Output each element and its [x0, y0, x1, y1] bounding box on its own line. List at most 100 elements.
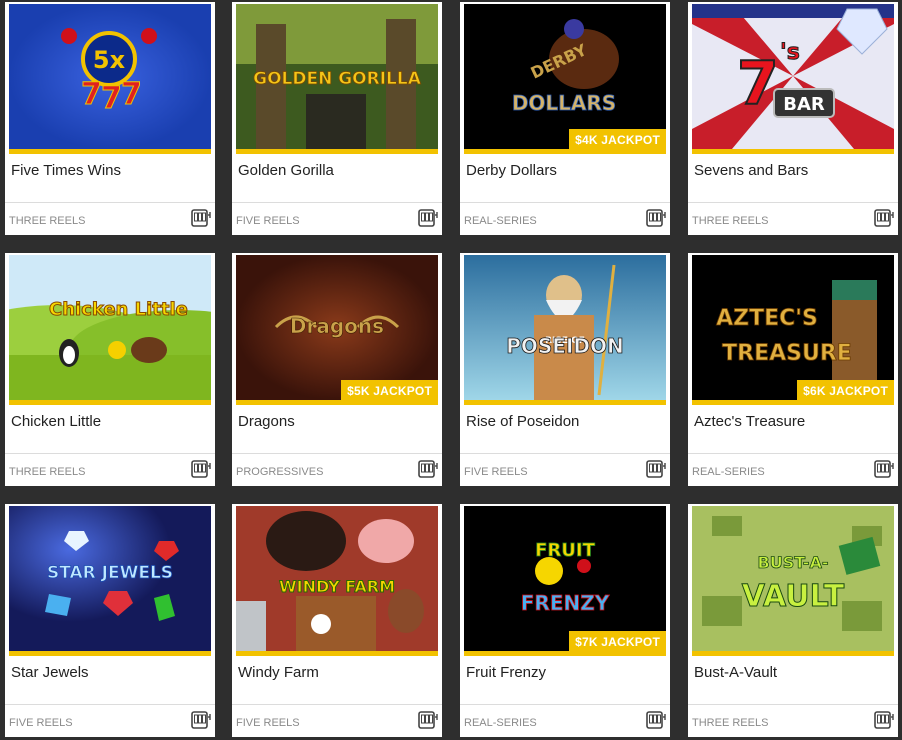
- game-thumbnail[interactable]: AZTEC'S TREASURE: [692, 255, 894, 400]
- svg-text:STAR JEWELS: STAR JEWELS: [47, 563, 173, 583]
- game-title[interactable]: Rise of Poseidon: [466, 413, 579, 430]
- divider: [688, 202, 898, 203]
- game-category: THREE REELS: [9, 466, 86, 478]
- game-card[interactable]: Dragons $5K JACKPOT Dragons PROGRESSIVES: [232, 253, 442, 486]
- game-card[interactable]: Chicken Little Chicken Little THREE REELS: [5, 253, 215, 486]
- svg-text:BUST-A-: BUST-A-: [758, 553, 829, 572]
- svg-text:BAR: BAR: [783, 94, 825, 115]
- game-card[interactable]: 5x 7 7 7 Five Times Wins THREE REELS: [5, 2, 215, 235]
- jackpot-badge: $5K JACKPOT: [341, 380, 438, 402]
- divider: [5, 453, 215, 454]
- game-title[interactable]: Star Jewels: [11, 664, 89, 681]
- game-thumbnail[interactable]: RISE OF POSEIDON: [464, 255, 666, 400]
- slot-machine-icon: [874, 460, 894, 478]
- svg-text:WINDY FARM: WINDY FARM: [279, 577, 395, 596]
- slot-machine-icon: [418, 209, 438, 227]
- slot-machine-icon: [874, 711, 894, 729]
- accent-bar: [692, 651, 894, 656]
- accent-bar: [464, 400, 666, 405]
- game-category: PROGRESSIVES: [236, 466, 324, 478]
- game-thumbnail[interactable]: GOLDEN GORILLA: [236, 4, 438, 149]
- game-thumbnail[interactable]: Chicken Little: [9, 255, 211, 400]
- slot-machine-icon: [646, 460, 666, 478]
- game-category: REAL-SERIES: [464, 717, 537, 729]
- game-card[interactable]: WINDY FARM Windy Farm FIVE REELS: [232, 504, 442, 737]
- game-title[interactable]: Derby Dollars: [466, 162, 557, 179]
- game-category: THREE REELS: [692, 215, 769, 227]
- game-thumbnail[interactable]: 7 's BAR: [692, 4, 894, 149]
- svg-text:FRUIT: FRUIT: [535, 540, 595, 561]
- game-title[interactable]: Windy Farm: [238, 664, 319, 681]
- game-thumbnail[interactable]: Dragons: [236, 255, 438, 400]
- game-thumbnail[interactable]: WINDY FARM: [236, 506, 438, 651]
- svg-text:TREASURE: TREASURE: [722, 341, 852, 366]
- slot-machine-icon: [191, 209, 211, 227]
- slot-machine-icon: [418, 460, 438, 478]
- game-card[interactable]: 7 's BAR Sevens and Bars THREE REELS: [688, 2, 898, 235]
- accent-bar: [9, 149, 211, 154]
- game-thumbnail[interactable]: STAR JEWELS: [9, 506, 211, 651]
- game-title[interactable]: Dragons: [238, 413, 295, 430]
- accent-bar: [236, 651, 438, 656]
- logo-text: 5x: [93, 46, 126, 74]
- slot-machine-icon: [874, 209, 894, 227]
- game-title[interactable]: Bust-A-Vault: [694, 664, 777, 681]
- divider: [5, 704, 215, 705]
- svg-text:7: 7: [81, 77, 102, 112]
- jackpot-badge: $6K JACKPOT: [797, 380, 894, 402]
- game-thumbnail[interactable]: DERBY DOLLARS: [464, 4, 666, 149]
- game-title[interactable]: Sevens and Bars: [694, 162, 808, 179]
- svg-text:AZTEC'S: AZTEC'S: [716, 306, 818, 331]
- slot-machine-icon: [191, 711, 211, 729]
- divider: [460, 202, 670, 203]
- slot-machine-icon: [191, 460, 211, 478]
- game-title[interactable]: Golden Gorilla: [238, 162, 334, 179]
- game-thumbnail[interactable]: 5x 7 7 7: [9, 4, 211, 149]
- game-card[interactable]: DERBY DOLLARS $4K JACKPOT Derby Dollars REA…: [460, 2, 670, 235]
- game-card[interactable]: FRUIT FRENZY $7K JACKPOT Fruit Frenzy REAL-…: [460, 504, 670, 737]
- svg-text:7: 7: [101, 81, 122, 116]
- game-category: REAL-SERIES: [464, 215, 537, 227]
- accent-bar: [236, 149, 438, 154]
- game-category: FIVE REELS: [9, 717, 73, 729]
- divider: [688, 453, 898, 454]
- accent-bar: [9, 400, 211, 405]
- slot-machine-icon: [418, 711, 438, 729]
- game-grid: 5x 7 7 7 Five Times Wins THREE REELS GOLD…: [0, 0, 902, 740]
- game-thumbnail[interactable]: FRUIT FRENZY: [464, 506, 666, 651]
- game-category: FIVE REELS: [236, 215, 300, 227]
- jackpot-badge: $7K JACKPOT: [569, 631, 666, 653]
- slot-machine-icon: [646, 711, 666, 729]
- game-title[interactable]: Chicken Little: [11, 413, 101, 430]
- svg-text:'s: 's: [780, 40, 800, 65]
- divider: [5, 202, 215, 203]
- slot-machine-icon: [646, 209, 666, 227]
- svg-text:POSEIDON: POSEIDON: [506, 334, 624, 358]
- game-card[interactable]: STAR JEWELS Star Jewels FIVE REELS: [5, 504, 215, 737]
- divider: [460, 704, 670, 705]
- svg-text:GOLDEN GORILLA: GOLDEN GORILLA: [253, 69, 422, 89]
- game-category: THREE REELS: [692, 717, 769, 729]
- svg-text:Dragons: Dragons: [290, 314, 384, 338]
- game-card[interactable]: RISE OF POSEIDON Rise of Poseidon FIVE REE…: [460, 253, 670, 486]
- game-title[interactable]: Five Times Wins: [11, 162, 121, 179]
- game-card[interactable]: AZTEC'S TREASURE $6K JACKPOT Aztec's Treas…: [688, 253, 898, 486]
- svg-text:7: 7: [737, 49, 779, 119]
- game-thumbnail[interactable]: BUST-A- VAULT: [692, 506, 894, 651]
- svg-text:7: 7: [121, 77, 142, 112]
- game-card[interactable]: BUST-A- VAULT Bust-A-Vault THREE REELS: [688, 504, 898, 737]
- divider: [232, 453, 442, 454]
- svg-text:FRENZY: FRENZY: [521, 591, 610, 615]
- divider: [232, 202, 442, 203]
- svg-text:Chicken Little: Chicken Little: [49, 299, 188, 320]
- game-category: FIVE REELS: [236, 717, 300, 729]
- game-title[interactable]: Aztec's Treasure: [694, 413, 805, 430]
- divider: [232, 704, 442, 705]
- divider: [688, 704, 898, 705]
- accent-bar: [9, 651, 211, 656]
- game-card[interactable]: GOLDEN GORILLA Golden Gorilla FIVE REELS: [232, 2, 442, 235]
- game-category: THREE REELS: [9, 215, 86, 227]
- game-title[interactable]: Fruit Frenzy: [466, 664, 546, 681]
- game-category: REAL-SERIES: [692, 466, 765, 478]
- svg-text:DOLLARS: DOLLARS: [512, 91, 616, 115]
